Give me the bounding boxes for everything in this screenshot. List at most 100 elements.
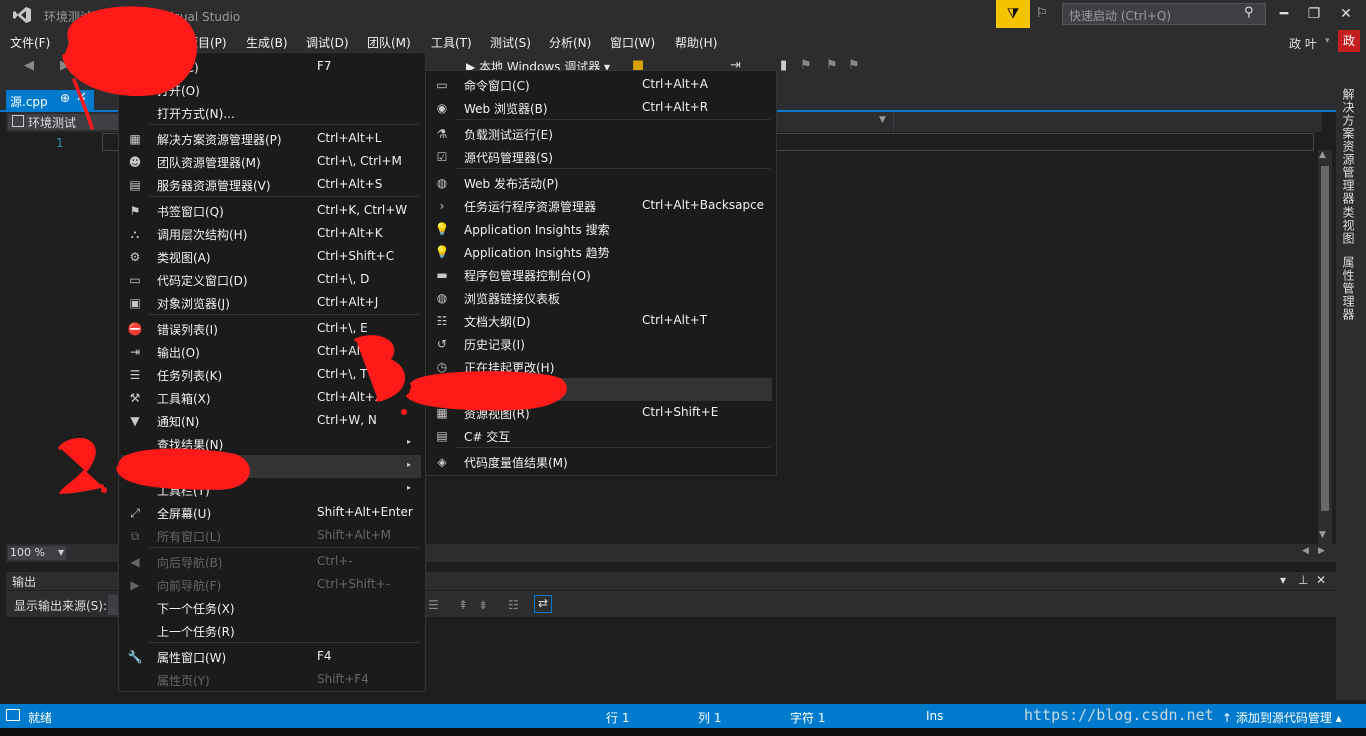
menu-item-shortcut: F4	[317, 649, 332, 663]
view-menu-item[interactable]: ▦ 解决方案资源管理器(P) Ctrl+Alt+L	[121, 127, 421, 150]
view-menu-item[interactable]: ⇥ 输出(O) Ctrl+Alt+O	[121, 340, 421, 363]
view-menu-item[interactable]: ☻ 团队资源管理器(M) Ctrl+\, Ctrl+M	[121, 150, 421, 173]
other-windows-item[interactable]: ◈ 代码度量值结果(M)	[428, 450, 772, 473]
forward-icon[interactable]: ▶	[60, 58, 70, 73]
other-windows-item[interactable]: ☷ 文档大纲(D) Ctrl+Alt+T	[428, 309, 772, 332]
panel-options-icon[interactable]: ▾	[1280, 573, 1286, 587]
bookmark-icon[interactable]: ▮	[780, 58, 787, 73]
menu-project[interactable]: 项目(P)	[186, 34, 227, 51]
view-menu-item[interactable]: 其他窗口(E) ▸	[121, 455, 421, 478]
next-message-icon[interactable]: ⇟	[478, 598, 488, 612]
scroll-down-icon[interactable]: ▼	[1319, 530, 1326, 540]
other-windows-item[interactable]: ☑ 源代码管理器(S)	[428, 145, 772, 168]
view-menu-item[interactable]: ☰ 任务列表(K) Ctrl+\, T	[121, 363, 421, 386]
other-windows-item[interactable]: 🔧 属性管理器(M)	[428, 378, 772, 401]
minimize-button[interactable]: ━	[1272, 6, 1296, 22]
notification-icon[interactable]: ⚐	[1036, 6, 1048, 21]
scope-dropdown-icon[interactable]: ▼	[879, 115, 886, 125]
back-icon[interactable]: ◀	[24, 58, 34, 73]
view-menu-item[interactable]: ⚒ 工具箱(X) Ctrl+Alt+X	[121, 386, 421, 409]
menu-edit[interactable]: 编辑(E)	[68, 34, 109, 51]
member-dropdown[interactable]	[893, 113, 1316, 131]
add-to-source-control-button[interactable]: ↑ 添加到源代码管理 ▴	[1222, 709, 1342, 726]
tab-property-manager[interactable]: 属性管理器	[1340, 256, 1357, 321]
view-menu-item[interactable]: ▭ 代码定义窗口(D) Ctrl+\, D	[121, 268, 421, 291]
view-menu-item[interactable]: ⛬ 调用层次结构(H) Ctrl+Alt+K	[121, 222, 421, 245]
zoom-dropdown-icon[interactable]: ▼	[58, 548, 64, 557]
menu-tools[interactable]: 工具(T)	[431, 34, 472, 51]
menu-test[interactable]: 测试(S)	[490, 34, 531, 51]
scroll-right-icon[interactable]: ▶	[1318, 546, 1325, 556]
view-menu-item[interactable]: ▼ 通知(N) Ctrl+W, N	[121, 409, 421, 432]
view-menu-item[interactable]: 🔧 属性窗口(W) F4	[121, 645, 421, 668]
menu-item-icon: ◷	[436, 360, 448, 374]
menu-item-label: 下一个任务(X)	[157, 602, 235, 616]
other-windows-item[interactable]: ▤ C# 交互	[428, 424, 772, 447]
menu-item-shortcut: Ctrl+\, E	[317, 321, 368, 335]
other-windows-item[interactable]: ▦ 资源视图(R) Ctrl+Shift+E	[428, 401, 772, 424]
feedback-filter-icon[interactable]: ⧩	[996, 0, 1030, 28]
menu-item-icon: ⇥	[129, 345, 141, 359]
other-windows-item[interactable]: 💡 Application Insights 搜索	[428, 217, 772, 240]
view-menu-item[interactable]: 下一个任务(X)	[121, 596, 421, 619]
other-windows-item[interactable]: 💡 Application Insights 趋势	[428, 240, 772, 263]
menu-debug[interactable]: 调试(D)	[306, 34, 349, 51]
word-wrap-icon[interactable]: ⇄	[534, 595, 552, 613]
close-tab-icon[interactable]: ✕	[76, 90, 87, 105]
close-panel-icon[interactable]: ✕	[1316, 573, 1326, 587]
view-menu-item[interactable]: ⛔ 错误列表(I) Ctrl+\, E	[121, 317, 421, 340]
other-windows-item[interactable]: › 任务运行程序资源管理器 Ctrl+Alt+Backsapce	[428, 194, 772, 217]
menu-help[interactable]: 帮助(H)	[675, 34, 717, 51]
menu-file[interactable]: 文件(F)	[10, 34, 50, 51]
menu-analyze[interactable]: 分析(N)	[549, 34, 591, 51]
menu-window[interactable]: 窗口(W)	[610, 34, 655, 51]
view-menu-item[interactable]: ▤ 服务器资源管理器(V) Ctrl+Alt+S	[121, 173, 421, 196]
menu-item-icon-empty	[127, 623, 143, 639]
clear-all-icon[interactable]: ☷	[508, 598, 519, 612]
pin-icon[interactable]: ⊕	[60, 91, 70, 105]
menu-item-label: 类视图(A)	[157, 251, 211, 265]
view-menu-item[interactable]: ⚙ 类视图(A) Ctrl+Shift+C	[121, 245, 421, 268]
new-project-icon[interactable]: ✱	[90, 58, 101, 73]
scroll-left-icon[interactable]: ◀	[1302, 546, 1309, 556]
view-menu-item[interactable]: 打开方式(N)...	[121, 101, 421, 124]
next-bookmark-icon[interactable]: ⚑	[826, 58, 838, 73]
prev-bookmark-icon[interactable]: ⚑	[800, 58, 812, 73]
other-windows-item[interactable]: ◉ Web 浏览器(B) Ctrl+Alt+R	[428, 96, 772, 119]
view-menu-item[interactable]: ⚑ 书签窗口(Q) Ctrl+K, Ctrl+W	[121, 199, 421, 222]
menu-item-icon: ▭	[436, 78, 448, 92]
user-dropdown-icon[interactable]: ▾	[1325, 36, 1330, 46]
close-button[interactable]: ✕	[1334, 6, 1358, 22]
other-windows-item[interactable]: ◷ 正在挂起更改(H)	[428, 355, 772, 378]
menu-team[interactable]: 团队(M)	[367, 34, 411, 51]
other-windows-item[interactable]: ▭ 命令窗口(C) Ctrl+Alt+A	[428, 73, 772, 96]
scrollbar-thumb[interactable]	[1321, 166, 1329, 511]
user-name[interactable]: 政 叶	[1289, 35, 1317, 52]
pin-panel-icon[interactable]: ⊥	[1298, 573, 1308, 587]
clear-bookmark-icon[interactable]: ⚑	[848, 58, 860, 73]
other-windows-item[interactable]: ◍ 浏览器链接仪表板	[428, 286, 772, 309]
maximize-button[interactable]: ❐	[1302, 6, 1326, 22]
search-icon[interactable]: ⚲	[1244, 5, 1254, 20]
other-windows-item[interactable]: ◍ Web 发布活动(P)	[428, 171, 772, 194]
other-windows-item[interactable]: ↺ 历史记录(I)	[428, 332, 772, 355]
scroll-up-icon[interactable]: ▲	[1319, 150, 1326, 160]
view-menu-item[interactable]: 上一个任务(R)	[121, 619, 421, 642]
menu-view[interactable]: 视图(V)	[122, 31, 174, 54]
tab-class-view[interactable]: 类视图	[1340, 206, 1357, 245]
view-menu-item[interactable]: ▣ 对象浏览器(J) Ctrl+Alt+J	[121, 291, 421, 314]
menu-item-label: 打开方式(N)...	[157, 107, 235, 121]
quick-launch-input[interactable]: 快速启动 (Ctrl+Q)	[1062, 3, 1266, 25]
view-menu-item[interactable]: ⤢ 全屏幕(U) Shift+Alt+Enter	[121, 501, 421, 524]
other-windows-item[interactable]: ⚗ 负载测试运行(E)	[428, 122, 772, 145]
view-menu-item[interactable]: 工具栏(T) ▸	[121, 478, 421, 501]
menu-build[interactable]: 生成(B)	[246, 34, 288, 51]
other-windows-item[interactable]: ▬ 程序包管理器控制台(O)	[428, 263, 772, 286]
tab-solution-explorer[interactable]: 解决方案资源管理器	[1340, 88, 1357, 205]
view-menu-item[interactable]: <> 代码(C) F7	[121, 55, 421, 78]
prev-message-icon[interactable]: ⇞	[458, 598, 468, 612]
view-menu-item[interactable]: 查找结果(N) ▸	[121, 432, 421, 455]
avatar[interactable]: 政	[1338, 30, 1360, 52]
clear-output-icon[interactable]: ☰	[428, 598, 439, 612]
view-menu-item[interactable]: ↪ 打开(O)	[121, 78, 421, 101]
